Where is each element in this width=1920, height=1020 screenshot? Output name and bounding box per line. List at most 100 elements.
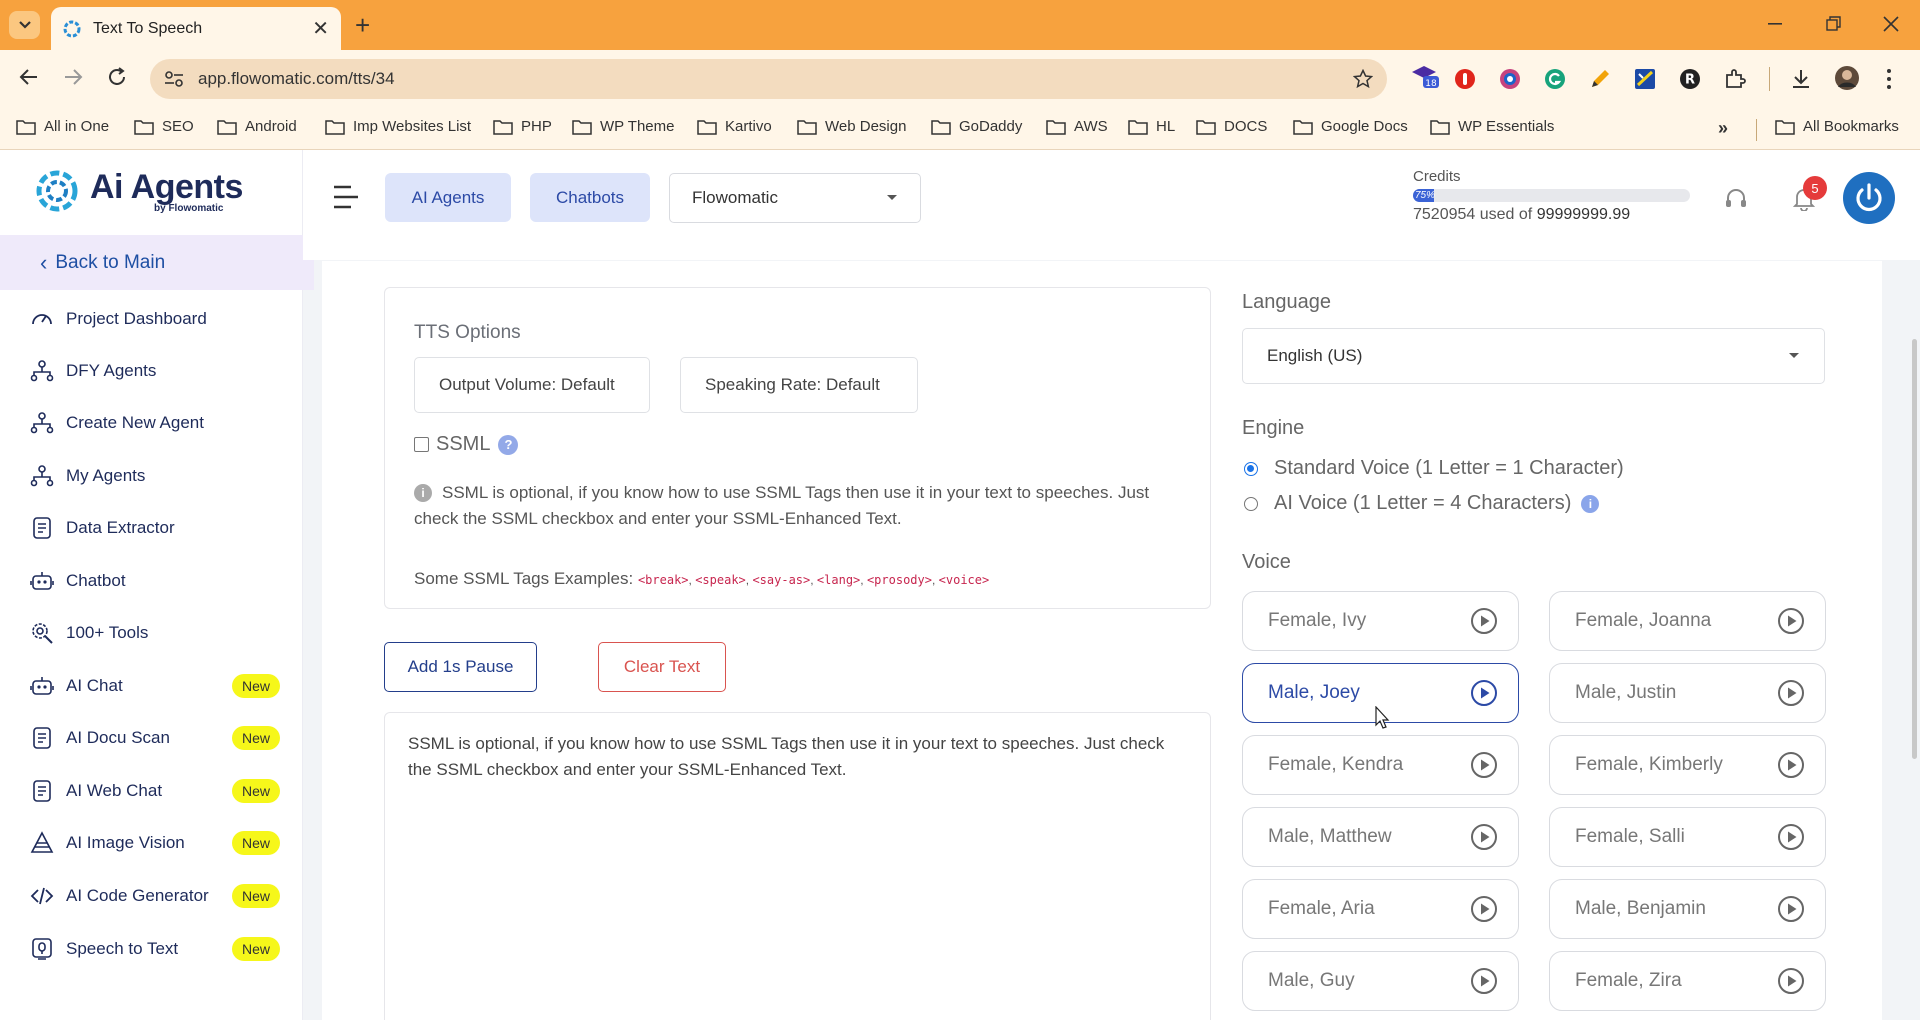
browser-tab[interactable]: Text To Speech ✕ [51,7,341,50]
sidebar-item-ai-docu-scan[interactable]: AI Docu Scan New [30,723,280,753]
bookmark-folder[interactable]: Web Design [797,118,906,135]
flag-extension-icon[interactable] [1634,68,1656,90]
play-circle-icon[interactable] [1470,607,1498,635]
sidebar-item-dfy-agents[interactable]: DFY Agents [30,356,280,386]
forward-arrow-icon[interactable] [62,66,84,88]
bookmark-folder[interactable]: Android [217,118,297,135]
play-circle-icon[interactable] [1777,751,1805,779]
voice-option[interactable]: Female, Ivy [1242,591,1519,651]
ai-agents-chip[interactable]: AI Agents [385,173,511,222]
sidebar-item-ai-chat[interactable]: AI Chat New [30,671,280,701]
sidebar-item-project-dashboard[interactable]: Project Dashboard [30,304,280,334]
restore-icon[interactable] [1826,16,1842,32]
play-circle-icon[interactable] [1777,823,1805,851]
play-circle-icon[interactable] [1777,679,1805,707]
voice-option[interactable]: Male, Guy [1242,951,1519,1011]
output-volume-select[interactable]: Output Volume: Default [414,357,650,413]
close-tab-icon[interactable]: ✕ [312,19,329,39]
back-arrow-icon[interactable] [18,66,40,88]
engine-standard-radio[interactable] [1244,461,1258,476]
shield-red-extension-icon[interactable] [1454,68,1476,90]
bookmark-folder[interactable]: GoDaddy [931,118,1022,135]
brand-logo[interactable]: Ai Agents by Flowomatic [34,168,243,214]
voice-option[interactable]: Male, Benjamin [1549,879,1826,939]
voice-option[interactable]: Female, Aria [1242,879,1519,939]
extension-grad-cap[interactable]: 18 [1410,62,1440,92]
download-icon[interactable] [1790,68,1812,90]
profile-avatar-icon[interactable] [1834,65,1860,91]
engine-ai-option[interactable]: AI Voice (1 Letter = 4 Characters) i [1244,492,1600,515]
new-tab-button[interactable]: + [355,12,370,38]
minimize-icon[interactable] [1768,22,1784,26]
url-text[interactable]: app.flowomatic.com/tts/34 [198,69,1353,89]
sidebar-item-my-agents[interactable]: My Agents [30,461,280,491]
sidebar-item-100-tools[interactable]: 100+ Tools [30,618,280,648]
voice-option[interactable]: Female, Kimberly [1549,735,1826,795]
bookmark-folder[interactable]: All in One [16,118,109,135]
tab-search-button[interactable] [9,11,40,39]
close-window-icon[interactable] [1883,16,1899,32]
chatbots-chip[interactable]: Chatbots [530,173,650,222]
kebab-menu-icon[interactable] [1886,68,1892,90]
page-scrollbar[interactable] [1912,339,1917,759]
info-icon[interactable]: i [1581,494,1600,513]
bookmark-folder[interactable]: WP Essentials [1430,118,1554,135]
address-bar[interactable]: app.flowomatic.com/tts/34 [150,59,1387,99]
bookmark-folder[interactable]: AWS [1046,118,1108,135]
more-bookmarks-button[interactable]: » [1718,118,1728,139]
play-circle-icon[interactable] [1470,751,1498,779]
bookmark-folder[interactable]: Google Docs [1293,118,1408,135]
speaking-rate-select[interactable]: Speaking Rate: Default [680,357,918,413]
puzzle-extensions-icon[interactable] [1724,68,1746,90]
reload-icon[interactable] [106,66,128,88]
r-extension-icon[interactable]: R [1679,68,1701,90]
ssml-checkbox[interactable] [414,437,429,452]
bookmark-folder[interactable]: SEO [134,118,194,135]
play-circle-icon[interactable] [1470,823,1498,851]
bookmark-folder[interactable]: DOCS [1196,118,1267,135]
workspace-select[interactable]: Flowomatic [669,173,921,223]
sidebar-item-data-extractor[interactable]: Data Extractor [30,513,280,543]
camera-extension-icon[interactable] [1499,68,1521,90]
voice-option[interactable]: Male, Justin [1549,663,1826,723]
tts-text-input[interactable]: SSML is optional, if you know how to use… [384,712,1211,1020]
play-circle-icon[interactable] [1470,679,1498,707]
bookmark-folder[interactable]: Imp Websites List [325,118,471,135]
support-headset-icon[interactable] [1724,187,1748,211]
voice-option[interactable]: Female, Kendra [1242,735,1519,795]
bookmark-folder[interactable]: PHP [493,118,552,135]
bookmark-folder[interactable]: WP Theme [572,118,674,135]
sidebar-item-ai-code-generator[interactable]: AI Code Generator New [30,881,280,911]
voice-option[interactable]: Female, Zira [1549,951,1826,1011]
voice-option[interactable]: Female, Salli [1549,807,1826,867]
sidebar-item-ai-image-vision[interactable]: AI Image Vision New [30,828,280,858]
back-to-main-link[interactable]: ‹ Back to Main [0,235,314,290]
pencil-extension-icon[interactable] [1589,68,1611,90]
ssml-toggle[interactable]: SSML ? [414,433,519,456]
bookmark-folder[interactable]: HL [1128,118,1175,135]
grammarly-icon[interactable] [1544,68,1566,90]
hamburger-menu-icon[interactable] [331,182,361,212]
bookmark-star-icon[interactable] [1353,69,1373,89]
play-circle-icon[interactable] [1470,967,1498,995]
add-pause-button[interactable]: Add 1s Pause [384,642,537,692]
play-circle-icon[interactable] [1777,895,1805,923]
voice-option[interactable]: Female, Joanna [1549,591,1826,651]
play-circle-icon[interactable] [1470,895,1498,923]
language-select[interactable]: English (US) [1242,328,1825,384]
sidebar-item-speech-to-text[interactable]: Speech to Text New [30,934,280,964]
play-circle-icon[interactable] [1777,607,1805,635]
engine-ai-radio[interactable] [1244,496,1258,511]
play-circle-icon[interactable] [1777,967,1805,995]
voice-option[interactable]: Male, Matthew [1242,807,1519,867]
engine-standard-option[interactable]: Standard Voice (1 Letter = 1 Character) [1244,457,1624,480]
all-bookmarks[interactable]: All Bookmarks [1775,118,1899,135]
help-question-icon[interactable]: ? [498,434,519,455]
user-avatar[interactable] [1843,172,1895,224]
site-settings-icon[interactable] [164,70,184,88]
sidebar-item-chatbot[interactable]: Chatbot [30,566,280,596]
clear-text-button[interactable]: Clear Text [598,642,726,692]
sidebar-item-create-new-agent[interactable]: Create New Agent [30,408,280,438]
bookmark-folder[interactable]: Kartivo [697,118,772,135]
sidebar-item-ai-web-chat[interactable]: AI Web Chat New [30,776,280,806]
